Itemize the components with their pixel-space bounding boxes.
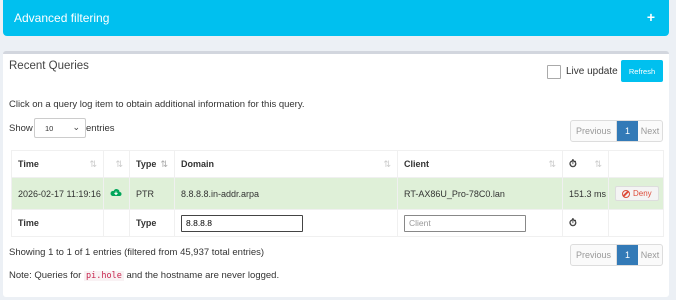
cell-action: Deny	[608, 177, 664, 210]
note-text: Note: Queries for pi.hole and the hostna…	[9, 270, 280, 281]
refresh-button[interactable]: Refresh	[621, 60, 663, 82]
sort-ascending-icon: ⇅	[160, 159, 168, 169]
next-button[interactable]: Next	[638, 245, 662, 265]
query-log-table: Time ⇅ ⇅ Type ⇅ Domain ⇅ Client ⇅ ⏱ ⇅ 2026-02…	[11, 150, 664, 237]
advanced-filtering-bar[interactable]: Advanced filtering +	[3, 0, 669, 36]
live-update-checkbox[interactable]	[547, 65, 561, 79]
cell-time: 2026-02-17 11:19:16	[11, 177, 104, 210]
box-title: Recent Queries	[9, 60, 89, 72]
page-1-button[interactable]: 1	[617, 121, 638, 141]
sort-icon: ⇅	[383, 159, 391, 169]
next-button[interactable]: Next	[638, 121, 662, 141]
cloud-download-icon	[110, 188, 122, 196]
cell-client: RT-AX86U_Pro-78C0.lan	[397, 177, 563, 210]
stopwatch-icon: ⏱	[569, 158, 577, 170]
pi-hole-code: pi.hole	[83, 271, 124, 281]
table-filter-row: Time Type ⏱	[11, 209, 664, 237]
expand-plus-icon[interactable]: +	[647, 9, 655, 25]
deny-button[interactable]: Deny	[615, 186, 659, 201]
cell-reply-time: 151.3 ms	[562, 177, 609, 210]
pagination-bottom: Previous 1 Next	[570, 244, 663, 266]
column-header-action	[608, 150, 664, 178]
column-header-client[interactable]: Client ⇅	[397, 150, 563, 178]
recent-queries-box: Recent Queries Live update Refresh Click…	[3, 51, 669, 297]
table-header-row: Time ⇅ ⇅ Type ⇅ Domain ⇅ Client ⇅ ⏱ ⇅	[11, 150, 664, 178]
cell-status	[103, 177, 130, 210]
filter-status	[103, 209, 130, 237]
cell-domain: 8.8.8.8.in-addr.arpa	[174, 177, 398, 210]
sort-icon: ⇅	[89, 159, 97, 169]
filter-time-label: Time	[11, 209, 104, 237]
deny-label: Deny	[633, 189, 652, 198]
advanced-filtering-title: Advanced filtering	[14, 11, 110, 25]
info-text: Click on a query log item to obtain addi…	[9, 99, 305, 110]
entries-length-select[interactable]: 10 ⌄	[34, 118, 86, 138]
show-label: Show	[9, 123, 33, 134]
cell-type: PTR	[129, 177, 175, 210]
sort-icon: ⇅	[548, 159, 556, 169]
ban-icon	[622, 189, 630, 198]
column-header-time[interactable]: Time ⇅	[11, 150, 104, 178]
sort-icon: ⇅	[594, 159, 602, 169]
client-filter-input[interactable]	[404, 214, 526, 232]
column-header-status[interactable]: ⇅	[103, 150, 130, 178]
domain-filter-input[interactable]	[181, 214, 303, 232]
column-header-reply-time[interactable]: ⏱ ⇅	[562, 150, 609, 178]
previous-button[interactable]: Previous	[571, 121, 617, 141]
chevron-down-icon: ⌄	[72, 122, 80, 132]
sort-icon: ⇅	[115, 159, 123, 169]
entries-label: entries	[86, 123, 115, 134]
table-info-status: Showing 1 to 1 of 1 entries (filtered fr…	[9, 247, 265, 258]
filter-type-label: Type	[129, 209, 175, 237]
pagination-top: Previous 1 Next	[570, 120, 663, 142]
stopwatch-icon: ⏱	[569, 217, 577, 229]
filter-reply-time: ⏱	[562, 209, 609, 237]
live-update-label[interactable]: Live update	[566, 66, 618, 77]
filter-client	[397, 209, 563, 237]
entries-length-value: 10	[45, 124, 54, 133]
column-header-domain[interactable]: Domain ⇅	[174, 150, 398, 178]
filter-domain	[174, 209, 398, 237]
page-1-button[interactable]: 1	[617, 245, 638, 265]
table-row[interactable]: 2026-02-17 11:19:16 PTR 8.8.8.8.in-addr.…	[11, 177, 664, 210]
column-header-type[interactable]: Type ⇅	[129, 150, 175, 178]
filter-action	[608, 209, 664, 237]
previous-button[interactable]: Previous	[571, 245, 617, 265]
